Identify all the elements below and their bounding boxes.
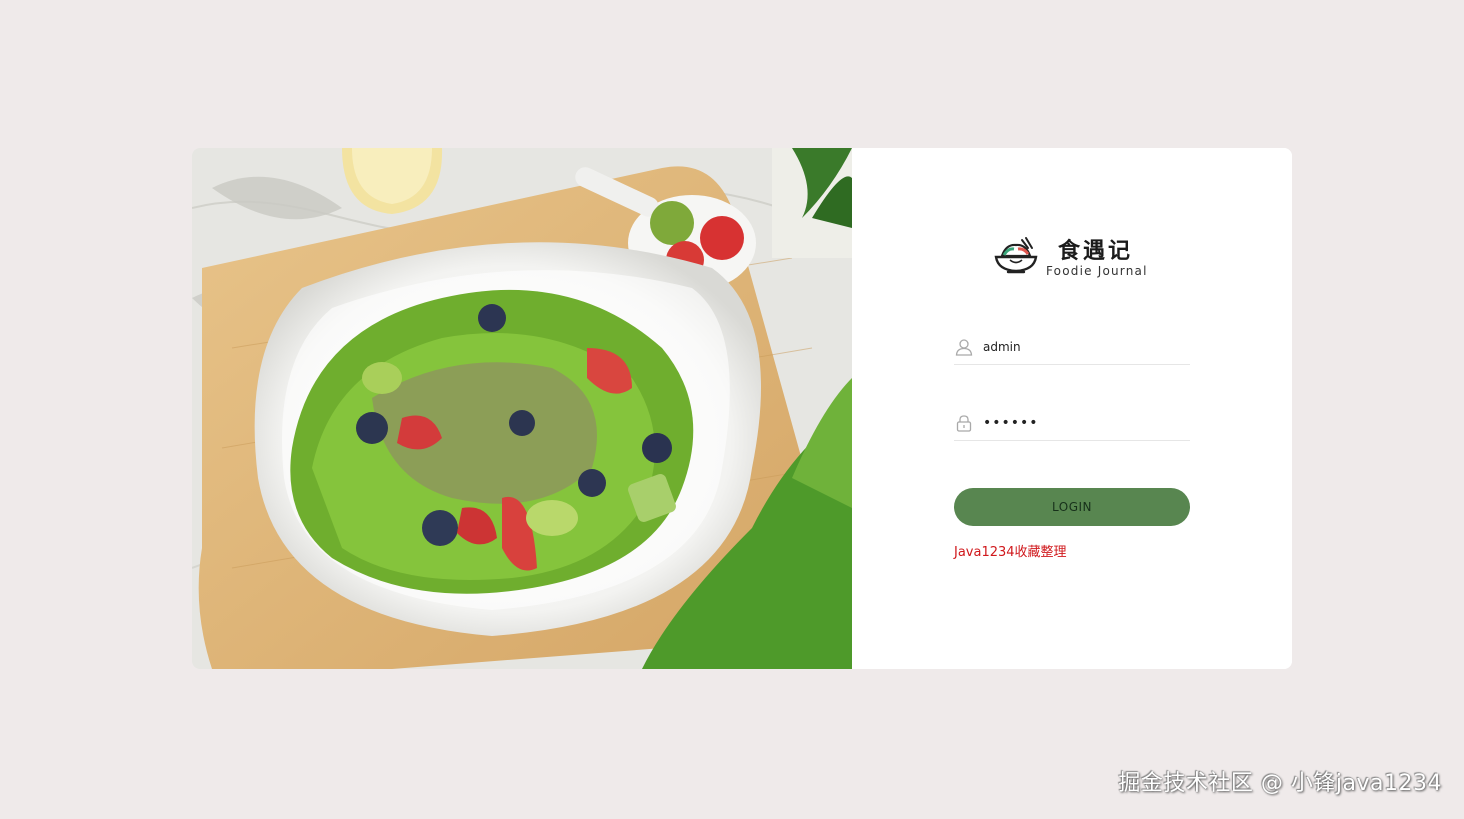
brand: 食遇记 Foodie Journal: [992, 236, 1148, 280]
watermark: 掘金技术社区 @ 小锋java1234: [1118, 771, 1442, 796]
brand-name-en: Foodie Journal: [1046, 264, 1148, 278]
brand-name-cn: 食遇记: [1058, 238, 1134, 264]
password-field: [954, 406, 1190, 441]
salad-photo: [192, 148, 852, 669]
user-icon: [955, 339, 973, 356]
bowl-logo-icon: [994, 237, 1038, 274]
notice-text: Java1234收藏整理: [954, 545, 1067, 560]
password-input[interactable]: [983, 415, 1173, 431]
login-card: 食遇记 Foodie Journal LOGIN Java1234收藏整理: [192, 148, 1292, 669]
username-input[interactable]: [983, 340, 1173, 354]
login-panel: 食遇记 Foodie Journal LOGIN Java1234收藏整理: [852, 148, 1292, 669]
username-field: [954, 330, 1190, 365]
login-button[interactable]: LOGIN: [954, 488, 1190, 526]
lock-icon: [956, 415, 972, 432]
